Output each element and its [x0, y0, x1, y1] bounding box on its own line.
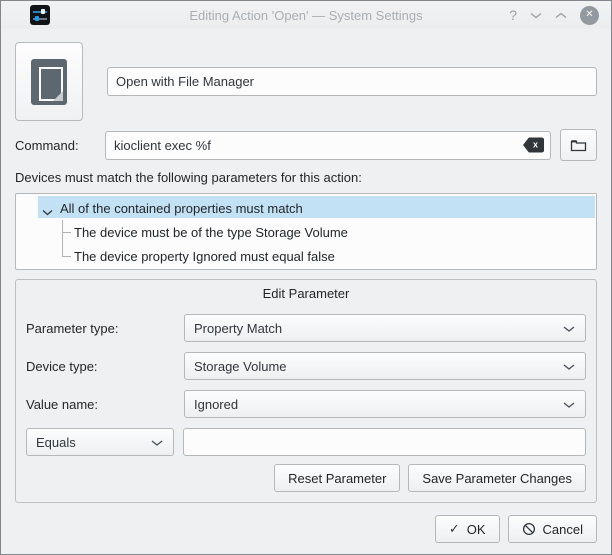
chevron-down-icon — [563, 321, 575, 336]
cancel-button[interactable]: Cancel — [508, 515, 597, 543]
devices-instruction-label: Devices must match the following paramet… — [15, 170, 597, 186]
value-name-label: Value name: — [26, 397, 184, 412]
parameter-value-input[interactable] — [183, 428, 586, 456]
action-icon-button[interactable] — [15, 42, 83, 121]
parameters-tree[interactable]: All of the contained properties must mat… — [15, 193, 597, 270]
reset-parameter-button[interactable]: Reset Parameter — [274, 464, 400, 492]
cancel-icon — [522, 522, 536, 536]
titlebar[interactable]: Editing Action 'Open' — System Settings … — [1, 1, 611, 29]
maximize-icon[interactable] — [555, 12, 567, 19]
action-name-input[interactable] — [107, 67, 597, 96]
chevron-down-icon — [563, 397, 575, 412]
close-icon[interactable]: ✕ — [580, 6, 599, 25]
ok-button[interactable]: ✓ OK — [435, 515, 500, 543]
tree-row-root[interactable]: All of the contained properties must mat… — [16, 196, 596, 220]
tree-row-child[interactable]: The device must be of the type Storage V… — [16, 220, 596, 244]
chevron-down-icon — [563, 359, 575, 374]
parameter-type-select[interactable]: Property Match — [184, 314, 586, 342]
command-label: Command: — [15, 138, 105, 153]
operator-select[interactable]: Equals — [26, 428, 174, 456]
check-icon: ✓ — [449, 521, 460, 537]
device-type-label: Device type: — [26, 359, 184, 374]
value-name-select[interactable]: Ignored — [184, 390, 586, 418]
minimize-icon[interactable] — [530, 12, 542, 19]
device-type-select[interactable]: Storage Volume — [184, 352, 586, 380]
tree-row-child[interactable]: The device property Ignored must equal f… — [16, 244, 596, 268]
help-icon[interactable]: ? — [509, 8, 517, 22]
chevron-down-icon — [151, 435, 163, 450]
parameter-type-label: Parameter type: — [26, 321, 184, 336]
browse-file-button[interactable] — [560, 129, 597, 161]
system-settings-icon — [30, 5, 50, 25]
save-parameter-changes-button[interactable]: Save Parameter Changes — [408, 464, 586, 492]
folder-icon — [570, 138, 587, 152]
dialog-window: Editing Action 'Open' — System Settings … — [0, 0, 612, 555]
edit-parameter-groupbox: Edit Parameter Parameter type: Property … — [15, 279, 597, 503]
command-input[interactable] — [105, 131, 551, 160]
document-icon — [31, 59, 67, 105]
groupbox-title: Edit Parameter — [26, 286, 586, 302]
